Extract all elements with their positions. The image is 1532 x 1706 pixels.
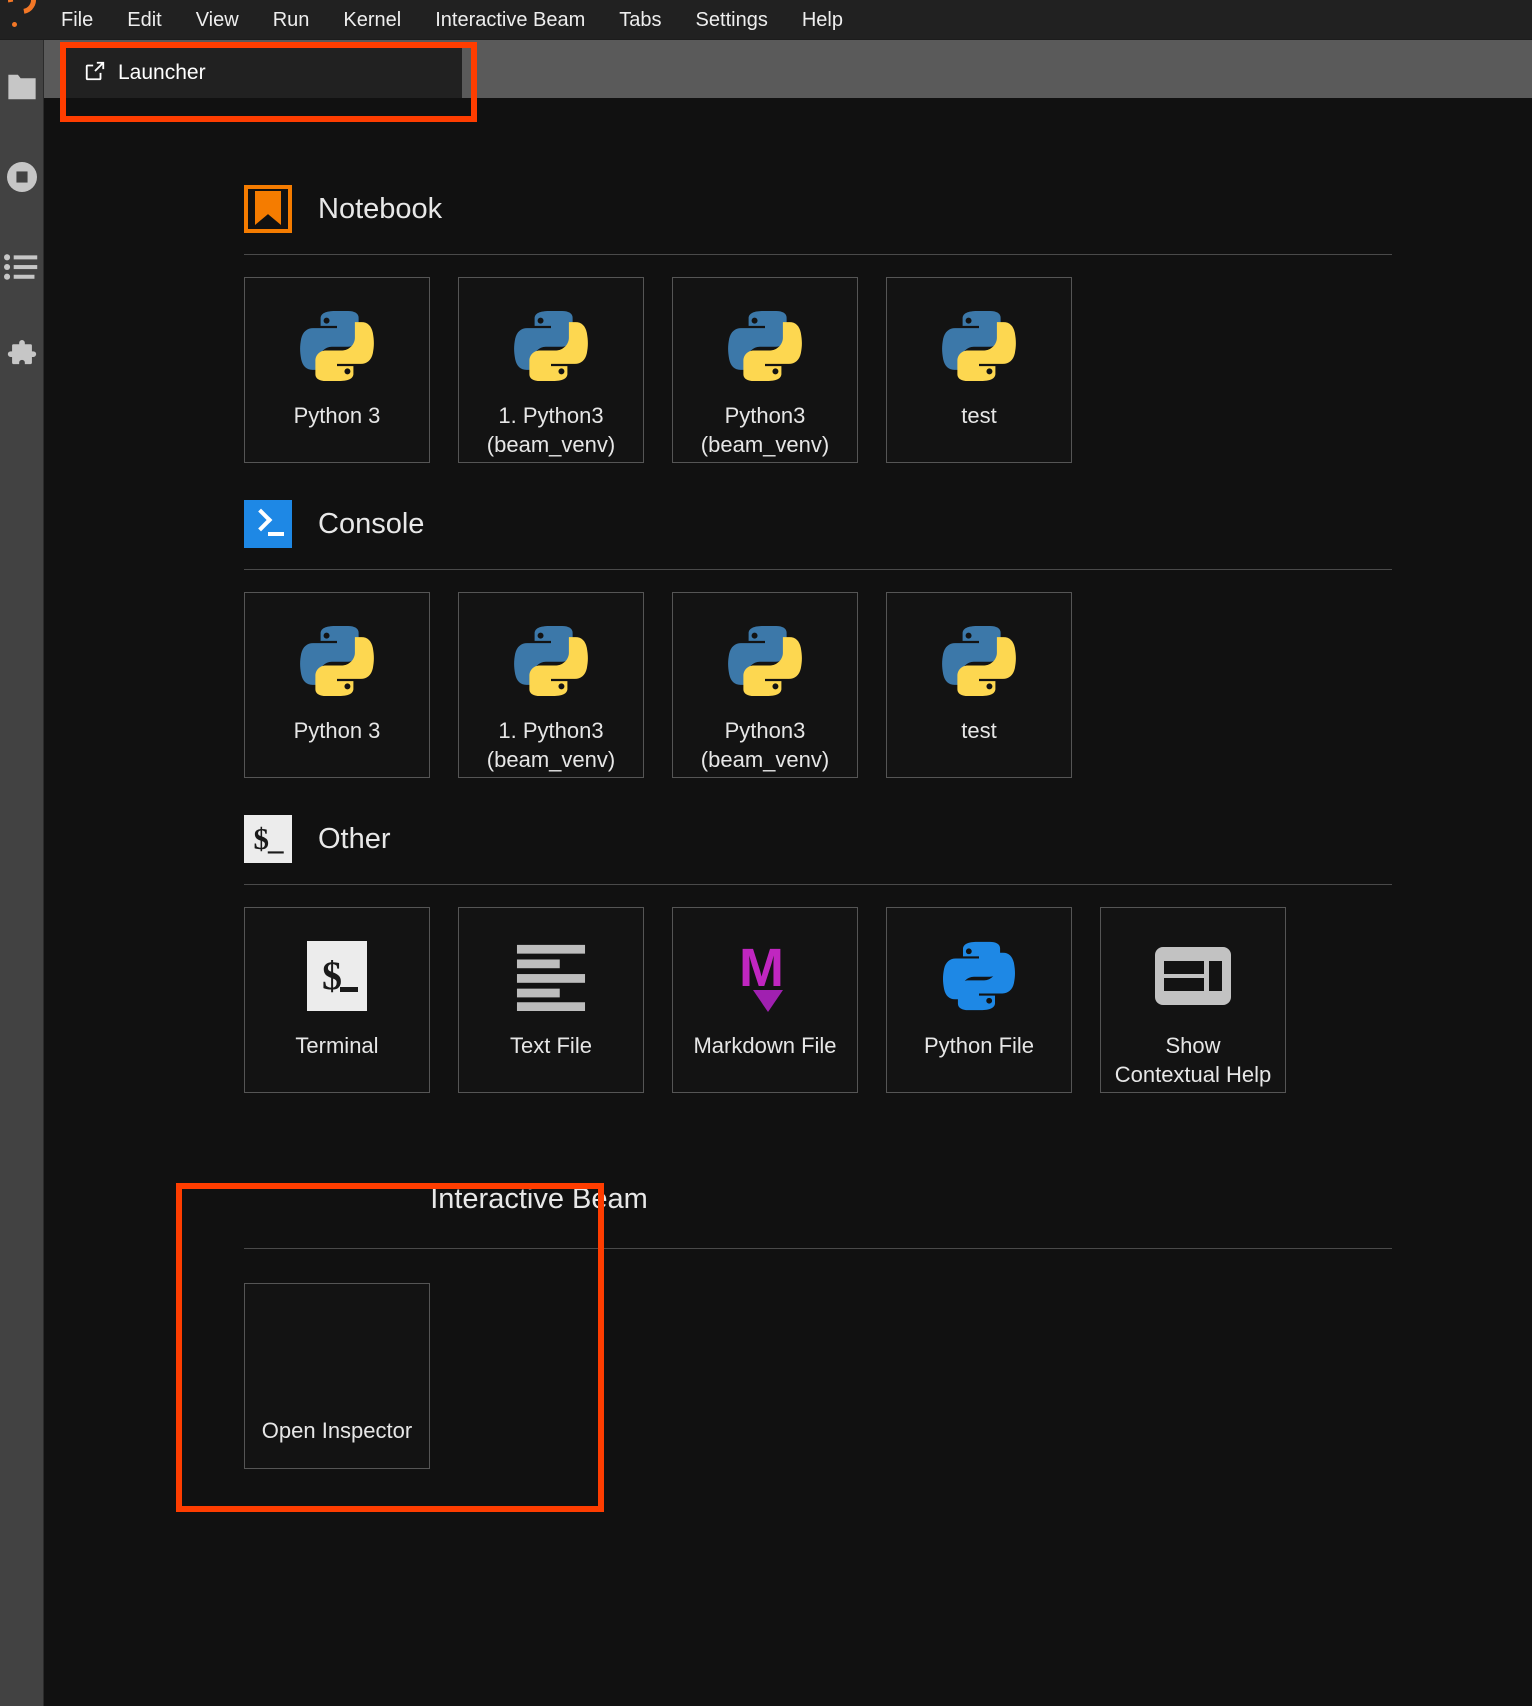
menu-item-run[interactable]: Run <box>256 0 327 40</box>
divider <box>244 1248 1392 1249</box>
card-label: Terminal <box>289 1032 384 1061</box>
card-label: Python File <box>918 1032 1040 1061</box>
divider <box>244 254 1392 255</box>
card-grid-other: $ Terminal <box>244 907 1442 1093</box>
card-label: Python 3 <box>288 717 387 746</box>
card-label: Python 3 <box>288 402 387 431</box>
left-sidebar <box>0 40 44 1706</box>
menu-item-tabs[interactable]: Tabs <box>602 0 678 40</box>
launch-card-python3-beam-venv-2[interactable]: Python3(beam_venv) <box>672 277 858 463</box>
menu-item-interactive-beam[interactable]: Interactive Beam <box>418 0 602 40</box>
launcher-panel: Notebook Python 3 <box>44 98 1532 1706</box>
svg-text:M: M <box>739 938 784 998</box>
card-label: test <box>955 402 1002 431</box>
python-logo-icon <box>723 304 807 388</box>
tab-label: Launcher <box>118 61 206 85</box>
notebook-icon <box>244 185 292 233</box>
menu-item-help[interactable]: Help <box>785 0 860 40</box>
section-header-notebook: Notebook <box>244 178 1442 240</box>
card-label: Text File <box>504 1032 598 1061</box>
section-title: Interactive Beam <box>324 1157 754 1216</box>
python-logo-icon <box>723 619 807 703</box>
section-title: Other <box>318 823 391 856</box>
sidebar-item-file-browser[interactable] <box>3 68 41 106</box>
python-logo-icon <box>509 619 593 703</box>
launch-card-test[interactable]: test <box>886 277 1072 463</box>
console-card-python3-beam-venv-1[interactable]: 1. Python3(beam_venv) <box>458 592 644 778</box>
card-label: Open Inspector <box>256 1417 418 1446</box>
card-label: Python3(beam_venv) <box>695 717 835 774</box>
launch-card-python3-beam-venv-1[interactable]: 1. Python3(beam_venv) <box>458 277 644 463</box>
divider <box>244 884 1392 885</box>
other-icon: $_ <box>244 815 292 863</box>
menu-bar: File Edit View Run Kernel Interactive Be… <box>0 0 1532 40</box>
other-card-markdown-file[interactable]: M Markdown File <box>672 907 858 1093</box>
card-grid-console: Python 3 1. Python3(beam_venv) <box>244 592 1442 778</box>
list-icon <box>4 253 40 281</box>
section-title: Console <box>318 508 424 541</box>
launch-card-python3[interactable]: Python 3 <box>244 277 430 463</box>
other-card-python-file[interactable]: Python File <box>886 907 1072 1093</box>
launcher-icon <box>84 60 106 87</box>
puzzle-icon <box>5 340 39 374</box>
python-file-icon <box>937 934 1021 1018</box>
python-logo-icon <box>295 619 379 703</box>
launcher-section-console: Console Python 3 <box>244 493 1442 778</box>
python-logo-icon <box>295 304 379 388</box>
console-icon <box>244 500 292 548</box>
divider <box>244 569 1392 570</box>
other-card-terminal[interactable]: $ Terminal <box>244 907 430 1093</box>
sidebar-item-table-of-contents[interactable] <box>3 248 41 286</box>
contextual-help-icon <box>1151 934 1235 1018</box>
tab-bar: Launcher <box>44 40 1532 98</box>
tab-launcher[interactable]: Launcher <box>62 44 462 98</box>
sidebar-item-running-sessions[interactable] <box>3 158 41 196</box>
sidebar-item-extension-manager[interactable] <box>3 338 41 376</box>
card-label: Python3(beam_venv) <box>695 402 835 459</box>
launcher-section-notebook: Notebook Python 3 <box>244 178 1442 463</box>
launcher-section-other: $_ Other $ Terminal <box>244 808 1442 1093</box>
menu-item-view[interactable]: View <box>179 0 256 40</box>
jupyter-logo-icon <box>0 0 44 40</box>
python-logo-icon <box>509 304 593 388</box>
menu-item-edit[interactable]: Edit <box>110 0 178 40</box>
beam-card-open-inspector[interactable]: Open Inspector <box>244 1283 430 1469</box>
text-file-icon <box>509 934 593 1018</box>
python-logo-icon <box>937 304 1021 388</box>
menu-item-settings[interactable]: Settings <box>679 0 785 40</box>
card-grid-interactive-beam: Open Inspector <box>244 1283 1442 1469</box>
running-terminals-icon <box>4 159 40 195</box>
card-label: Markdown File <box>687 1032 842 1061</box>
markdown-icon: M <box>723 934 807 1018</box>
folder-icon <box>5 72 39 102</box>
svg-text:$: $ <box>322 953 342 998</box>
card-label: 1. Python3(beam_venv) <box>481 717 621 774</box>
menu-item-file[interactable]: File <box>44 0 110 40</box>
section-header-other: $_ Other <box>244 808 1442 870</box>
section-header-console: Console <box>244 493 1442 555</box>
console-card-python3[interactable]: Python 3 <box>244 592 430 778</box>
card-label: ShowContextual Help <box>1109 1032 1278 1089</box>
python-logo-icon <box>937 619 1021 703</box>
other-card-show-contextual-help[interactable]: ShowContextual Help <box>1100 907 1286 1093</box>
card-grid-notebook: Python 3 1. Python3(beam_venv) <box>244 277 1442 463</box>
card-label: test <box>955 717 1002 746</box>
terminal-icon: $ <box>295 934 379 1018</box>
console-card-python3-beam-venv-2[interactable]: Python3(beam_venv) <box>672 592 858 778</box>
section-title: Notebook <box>318 193 442 226</box>
launcher-section-interactive-beam: Interactive Beam Open Inspector <box>244 1157 1442 1469</box>
menu-item-kernel[interactable]: Kernel <box>326 0 418 40</box>
other-card-text-file[interactable]: Text File <box>458 907 644 1093</box>
card-label: 1. Python3(beam_venv) <box>481 402 621 459</box>
console-card-test[interactable]: test <box>886 592 1072 778</box>
